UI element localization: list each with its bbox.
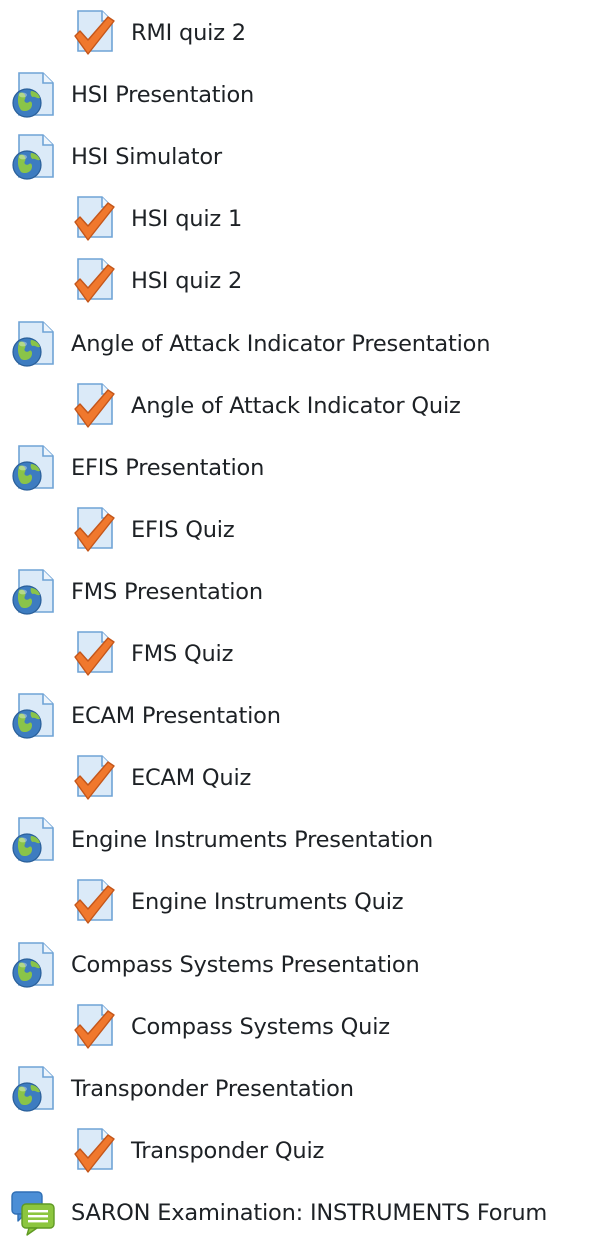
activity-link[interactable]: SARON Examination: INSTRUMENTS Forum xyxy=(71,1189,547,1237)
activity-link[interactable]: HSI quiz 1 xyxy=(131,195,242,243)
activity-link[interactable]: Transponder Quiz xyxy=(131,1127,324,1175)
quiz-icon xyxy=(70,195,118,243)
url-globe-icon xyxy=(9,320,57,368)
quiz-icon xyxy=(70,1003,118,1051)
activity-link[interactable]: RMI quiz 2 xyxy=(131,9,246,57)
activity-link[interactable]: HSI Presentation xyxy=(71,71,254,119)
quiz-icon xyxy=(70,382,118,430)
quiz-icon xyxy=(70,257,118,305)
activity-link[interactable]: HSI Simulator xyxy=(71,133,222,181)
activity-link[interactable]: FMS Quiz xyxy=(131,630,233,678)
activity-link[interactable]: EFIS Presentation xyxy=(71,444,264,492)
activity-link[interactable]: ECAM Quiz xyxy=(131,754,251,802)
url-globe-icon xyxy=(9,941,57,989)
url-globe-icon xyxy=(9,444,57,492)
activity-link[interactable]: HSI quiz 2 xyxy=(131,257,242,305)
activity-link[interactable]: Engine Instruments Quiz xyxy=(131,878,404,926)
quiz-icon xyxy=(70,754,118,802)
quiz-icon xyxy=(70,9,118,57)
url-globe-icon xyxy=(9,692,57,740)
activity-link[interactable]: ECAM Presentation xyxy=(71,692,281,740)
forum-icon xyxy=(9,1189,57,1237)
activity-link[interactable]: Compass Systems Presentation xyxy=(71,941,420,989)
quiz-icon xyxy=(70,1127,118,1175)
quiz-icon xyxy=(70,630,118,678)
url-globe-icon xyxy=(9,816,57,864)
activity-link[interactable]: Engine Instruments Presentation xyxy=(71,816,433,864)
activity-link[interactable]: FMS Presentation xyxy=(71,568,263,616)
activity-link[interactable]: Transponder Presentation xyxy=(71,1065,354,1113)
quiz-icon xyxy=(70,506,118,554)
activity-link[interactable]: Angle of Attack Indicator Presentation xyxy=(71,320,490,368)
url-globe-icon xyxy=(9,71,57,119)
url-globe-icon xyxy=(9,568,57,616)
activity-link[interactable]: Angle of Attack Indicator Quiz xyxy=(131,382,461,430)
activity-link[interactable]: Compass Systems Quiz xyxy=(131,1003,390,1051)
url-globe-icon xyxy=(9,133,57,181)
quiz-icon xyxy=(70,878,118,926)
url-globe-icon xyxy=(9,1065,57,1113)
activity-link[interactable]: EFIS Quiz xyxy=(131,506,235,554)
